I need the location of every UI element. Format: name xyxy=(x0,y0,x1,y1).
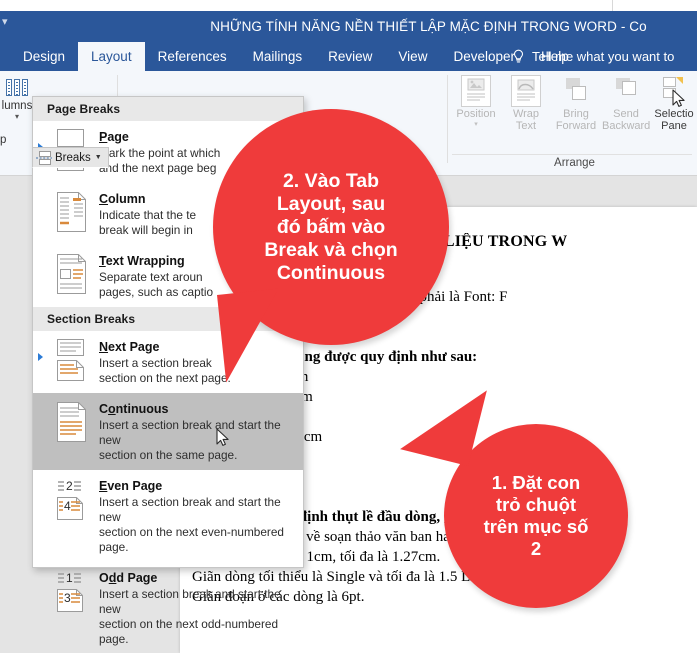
ribbon-tab-bar: Design Layout References Mailings Review… xyxy=(0,42,697,71)
menu-item-even-page-desc-1: Insert a section break and start the new xyxy=(99,495,281,524)
column-break-item-icon xyxy=(47,190,93,234)
tab-design[interactable]: Design xyxy=(10,42,78,71)
callout-step-2-line-3: đó bấm vào xyxy=(276,215,386,238)
word-application-window: ▾ NHỮNG TÍNH NĂNG NỀN THIẾT LẬP MẶC ĐỊNH… xyxy=(0,0,697,653)
position-caret-icon[interactable]: ▾ xyxy=(452,120,500,129)
continuous-break-item-icon xyxy=(47,400,93,444)
window-edge-seam xyxy=(612,0,613,11)
arrange-group: Position ▾ Wrap Text Bring Forward Send … xyxy=(452,75,697,171)
callout-step-1-line-1: 1. Đặt con xyxy=(491,472,581,494)
document-title: NHỮNG TÍNH NĂNG NỀN THIẾT LẬP MẶC ĐỊNH T… xyxy=(210,19,647,34)
ribbon-separator-2 xyxy=(447,75,448,163)
page-breaks-section-header: Page Breaks xyxy=(33,97,303,121)
svg-text:3: 3 xyxy=(64,591,71,605)
menu-item-continuous-desc-2: section on the same page. xyxy=(99,448,238,462)
callout-step-1-line-3: trên mục số xyxy=(483,516,589,537)
tab-review[interactable]: Review xyxy=(315,42,385,71)
send-backward-icon xyxy=(611,75,641,107)
breaks-caret-icon[interactable]: ▼ xyxy=(95,154,102,161)
arrange-divider xyxy=(452,154,692,155)
desktop-background-strip xyxy=(0,0,697,11)
title-bar: ▾ NHỮNG TÍNH NĂNG NỀN THIẾT LẬP MẶC ĐỊNH… xyxy=(0,11,697,42)
menu-item-even-page-text: Even Page Insert a section break and sta… xyxy=(99,477,297,555)
lightbulb-icon xyxy=(512,49,525,64)
callout-step-1-line-4: 2 xyxy=(530,537,542,559)
selection-pane-label-1: Selectio xyxy=(654,108,694,120)
selection-pane-label-2: Pane xyxy=(661,120,687,132)
callout-step-2-line-5: Continuous xyxy=(276,261,386,284)
menu-item-next-page-title: Next Page xyxy=(99,340,160,354)
wrap-text-label-2: Text xyxy=(515,120,537,132)
mouse-cursor-ribbon-icon xyxy=(672,89,685,107)
even-page-break-item-icon: 2 4 xyxy=(47,477,93,521)
columns-icon xyxy=(4,77,30,99)
callout-step-2-line-2: Layout, sau xyxy=(276,192,386,215)
menu-item-even-page[interactable]: 2 4 Even Page Insert a section break and… xyxy=(33,470,303,562)
menu-item-odd-page-title: Odd Page xyxy=(99,571,158,585)
menu-item-odd-page[interactable]: 1 3 Odd Page Insert a section break and … xyxy=(33,562,303,653)
send-backward-button[interactable]: Send Backward xyxy=(602,75,650,132)
text-wrapping-break-item-icon xyxy=(47,252,93,296)
send-backward-label-1: Send xyxy=(613,108,639,120)
svg-text:2: 2 xyxy=(66,479,73,493)
position-label: Position xyxy=(456,108,496,120)
menu-item-continuous-text: Continuous Insert a section break and st… xyxy=(99,400,297,463)
menu-item-odd-page-desc-1: Insert a section break and start the new xyxy=(99,587,281,616)
columns-label: lumns xyxy=(1,100,33,112)
callout-step-2-text: 2. Vào Tab Layout, sau đó bấm vào Break … xyxy=(264,170,397,285)
menu-item-continuous[interactable]: Continuous Insert a section break and st… xyxy=(33,393,303,470)
tab-mailings[interactable]: Mailings xyxy=(240,42,316,71)
tab-view[interactable]: View xyxy=(385,42,440,71)
callout-step-2-tail xyxy=(217,288,288,383)
callout-step-1-text: 1. Đặt con trỏ chuột trên mục số 2 xyxy=(484,472,589,559)
menu-item-odd-page-text: Odd Page Insert a section break and star… xyxy=(99,569,297,647)
bring-forward-label-2: Forward xyxy=(555,120,597,132)
menu-item-continuous-desc-1: Insert a section break and start the new xyxy=(99,418,281,447)
ribbon-tabs: Design Layout References Mailings Review… xyxy=(10,42,582,71)
menu-item-column-title: Column xyxy=(99,192,146,206)
menu-item-text-wrapping-title: Text Wrapping xyxy=(99,254,185,268)
svg-text:4: 4 xyxy=(64,499,71,513)
menu-item-odd-page-desc-2: section on the next odd-numbered page. xyxy=(99,617,279,646)
submenu-marker-icon xyxy=(38,353,43,361)
columns-button[interactable]: lumns ▾ xyxy=(0,77,34,122)
odd-page-break-item-icon: 1 3 xyxy=(47,569,93,613)
bring-forward-icon xyxy=(561,75,591,107)
tell-me-label: Tell me what you want to xyxy=(532,49,675,64)
send-backward-label-2: Backward xyxy=(602,120,651,132)
bring-forward-label-1: Bring xyxy=(563,108,589,120)
next-page-break-item-icon xyxy=(47,338,93,382)
tab-layout[interactable]: Layout xyxy=(78,42,145,71)
callout-step-1-line-2: trỏ chuột xyxy=(495,494,577,516)
svg-text:1: 1 xyxy=(66,571,73,585)
menu-item-continuous-title: Continuous xyxy=(99,402,169,416)
menu-item-even-page-title: Even Page xyxy=(99,479,163,493)
columns-caret-icon[interactable]: ▾ xyxy=(0,112,34,122)
callout-step-2-line-4: Break và chọn xyxy=(264,238,398,261)
tell-me-search[interactable]: Tell me what you want to xyxy=(512,42,674,71)
breaks-label: Breaks xyxy=(55,151,91,164)
breaks-button[interactable]: Breaks ▼ xyxy=(32,147,109,168)
hyphenation-label[interactable]: p xyxy=(0,134,6,146)
arrange-group-title: Arrange xyxy=(554,157,595,169)
wrap-text-label-1: Wrap xyxy=(512,108,540,120)
tab-references[interactable]: References xyxy=(145,42,240,71)
menu-item-page-title: Page xyxy=(99,130,129,144)
wrap-text-icon xyxy=(511,75,541,107)
position-icon xyxy=(461,75,491,107)
callout-step-1-bubble: 1. Đặt con trỏ chuột trên mục số 2 xyxy=(444,424,628,608)
wrap-text-button[interactable]: Wrap Text xyxy=(502,75,550,132)
page-break-icon xyxy=(36,150,52,165)
callout-step-2-line-1: 2. Vào Tab xyxy=(282,169,380,192)
mouse-cursor-menu-icon xyxy=(216,428,229,446)
menu-item-even-page-desc-2: section on the next even-numbered page. xyxy=(99,525,284,554)
bring-forward-button[interactable]: Bring Forward xyxy=(552,75,600,132)
position-button[interactable]: Position ▾ xyxy=(452,75,500,129)
